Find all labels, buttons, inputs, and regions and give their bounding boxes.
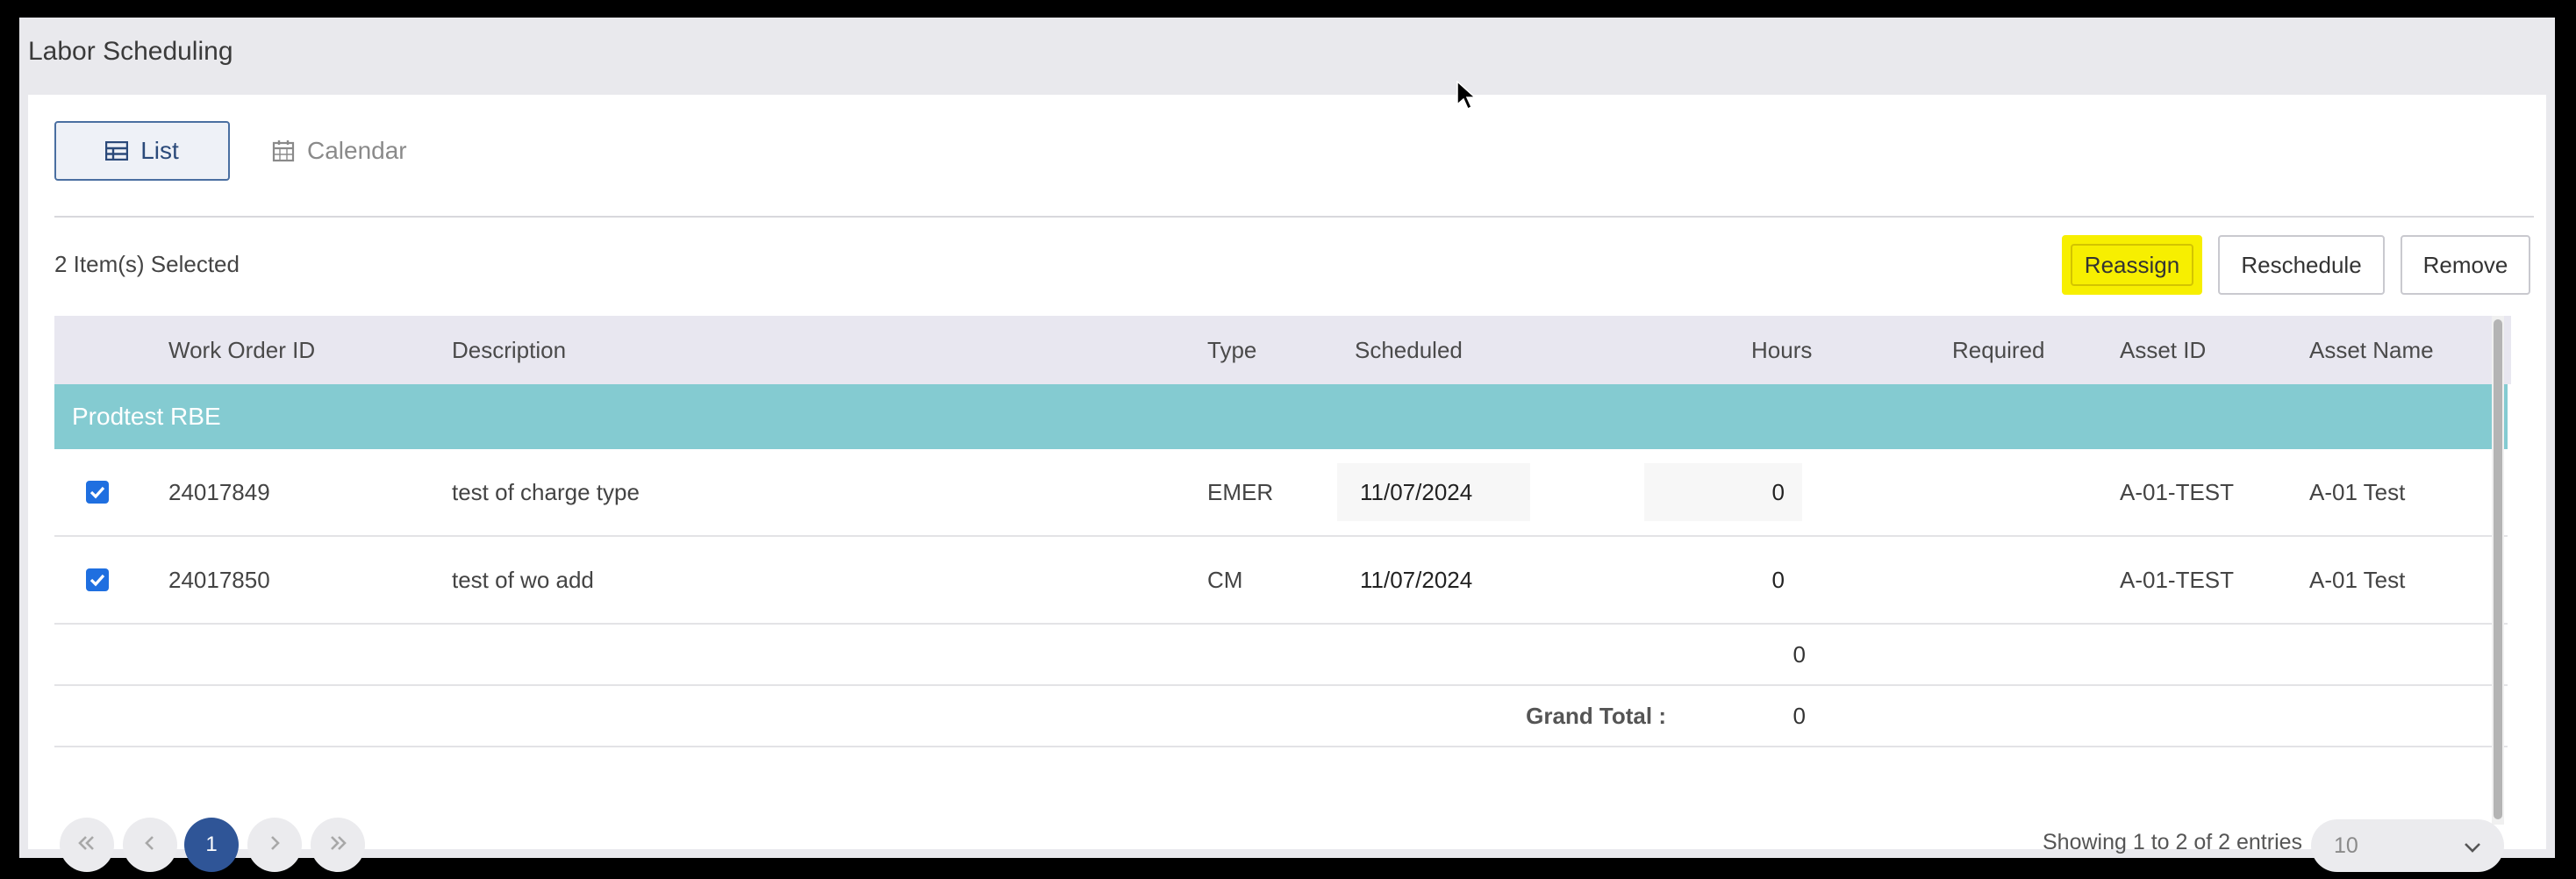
column-header-work-order-id[interactable]: Work Order ID xyxy=(168,316,315,384)
page-button-current[interactable]: 1 xyxy=(184,818,239,872)
reassign-button[interactable]: Reassign xyxy=(2062,235,2202,295)
column-header-asset-id[interactable]: Asset ID xyxy=(2120,316,2206,384)
tab-calendar[interactable]: Calendar xyxy=(272,121,465,181)
tab-list[interactable]: List xyxy=(54,121,230,181)
work-order-id: 24017850 xyxy=(168,567,270,593)
calendar-icon xyxy=(272,139,295,162)
column-header-required[interactable]: Required xyxy=(1952,316,2045,384)
column-header-description[interactable]: Description xyxy=(452,316,566,384)
hours: 0 xyxy=(1771,567,1785,593)
remove-button-label: Remove xyxy=(2422,251,2508,278)
row-checkbox[interactable] xyxy=(86,568,109,591)
description: test of wo add xyxy=(452,567,594,593)
mouse-cursor-icon xyxy=(1456,80,1477,115)
scrollbar-thumb[interactable] xyxy=(2494,319,2502,819)
grand-total-hours: 0 xyxy=(1792,703,1806,729)
chevron-left-icon xyxy=(144,834,156,856)
scheduled-date-field[interactable]: 11/07/2024 xyxy=(1337,463,1530,521)
double-chevron-right-icon xyxy=(327,834,348,856)
column-header-hours[interactable]: Hours xyxy=(1751,316,1812,384)
work-order-id: 24017849 xyxy=(168,479,270,505)
double-chevron-left-icon xyxy=(76,834,97,856)
app-window: Labor Scheduling List Calendar 2 Item(s)… xyxy=(19,18,2555,872)
vertical-scrollbar[interactable] xyxy=(2492,316,2504,825)
table-header: Work Order ID Description Type Scheduled… xyxy=(54,316,2511,384)
row-checkbox[interactable] xyxy=(86,481,109,504)
page-size-select[interactable]: 10 xyxy=(2311,819,2504,872)
type: CM xyxy=(1207,567,1243,593)
reschedule-button[interactable]: Reschedule xyxy=(2218,235,2385,295)
entries-info: Showing 1 to 2 of 2 entries xyxy=(2043,830,2303,854)
reassign-button-label: Reassign xyxy=(2084,251,2180,278)
page-title: Labor Scheduling xyxy=(28,37,233,66)
asset-id: A-01-TEST xyxy=(2120,567,2235,593)
selection-count: 2 Item(s) Selected xyxy=(54,251,240,277)
column-header-scheduled[interactable]: Scheduled xyxy=(1355,316,1463,384)
hours-field[interactable]: 0 xyxy=(1644,463,1802,521)
first-page-button[interactable] xyxy=(60,818,114,872)
subtotal-hours: 0 xyxy=(1792,641,1806,668)
column-header-type[interactable]: Type xyxy=(1207,316,1256,384)
type: EMER xyxy=(1207,479,1274,505)
last-page-button[interactable] xyxy=(311,818,365,872)
asset-name: A-01 Test xyxy=(2309,479,2406,505)
subtotal-row: 0 xyxy=(54,625,2508,686)
table-icon xyxy=(105,141,129,161)
next-page-button[interactable] xyxy=(247,818,302,872)
reschedule-button-label: Reschedule xyxy=(2241,251,2362,278)
previous-page-button[interactable] xyxy=(123,818,177,872)
tab-calendar-label: Calendar xyxy=(307,137,407,164)
grand-total-row: Grand Total : 0 xyxy=(54,686,2508,747)
remove-button[interactable]: Remove xyxy=(2401,235,2530,295)
main-panel: List Calendar 2 Item(s) Selected Reassig… xyxy=(28,95,2546,872)
scheduled-date: 11/07/2024 xyxy=(1360,567,1473,593)
group-label: Prodtest RBE xyxy=(72,403,221,430)
asset-id: A-01-TEST xyxy=(2120,479,2235,505)
table-row[interactable]: 24017849 test of charge type EMER 11/07/… xyxy=(54,449,2508,537)
table-row[interactable]: 24017850 test of wo add CM 11/07/2024 0 … xyxy=(54,537,2508,625)
grand-total-label: Grand Total : xyxy=(1526,703,1666,729)
description: test of charge type xyxy=(452,479,640,505)
asset-name: A-01 Test xyxy=(2309,567,2406,593)
divider xyxy=(54,216,2534,218)
column-header-asset-name[interactable]: Asset Name xyxy=(2309,316,2434,384)
chevron-down-icon xyxy=(2464,833,2481,859)
group-row[interactable]: Prodtest RBE xyxy=(54,384,2508,449)
tab-list-label: List xyxy=(140,137,179,164)
chevron-right-icon xyxy=(268,834,281,856)
schedule-table: Work Order ID Description Type Scheduled… xyxy=(54,316,2511,790)
page-size-value: 10 xyxy=(2334,833,2358,858)
